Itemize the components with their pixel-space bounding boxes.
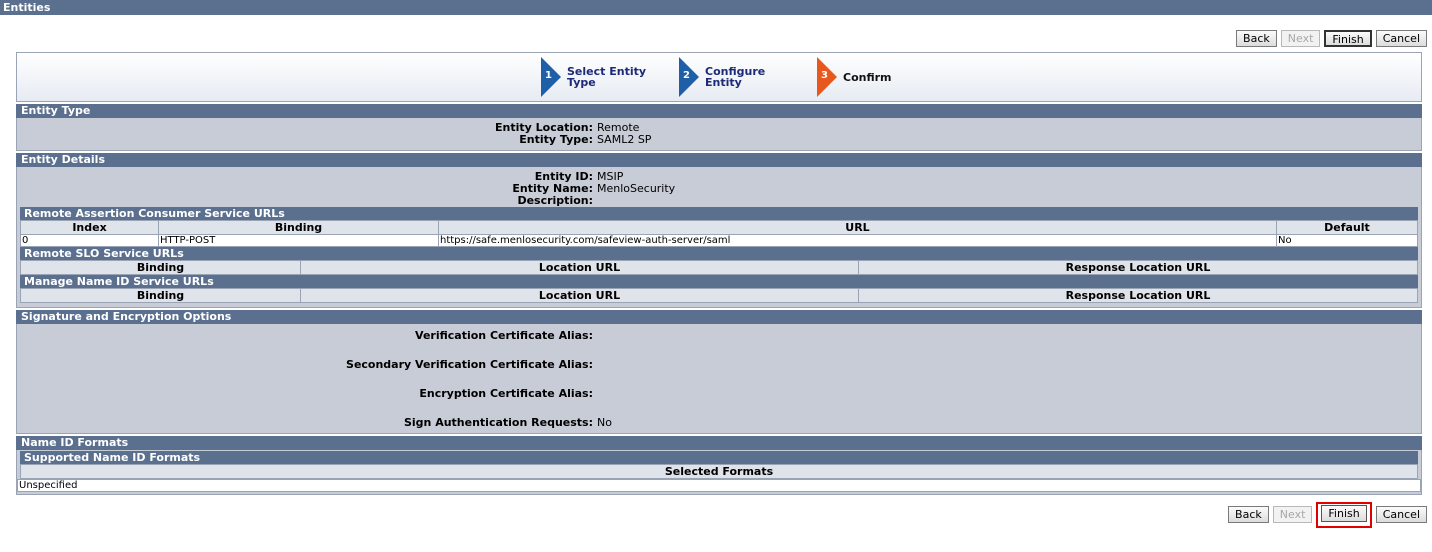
acs-table-block: Remote Assertion Consumer Service URLs I… (20, 207, 1418, 303)
secondary-verification-cert-label: Secondary Verification Certificate Alias… (346, 358, 593, 371)
finish-button-wrap: Finish (1324, 30, 1372, 50)
step-label: Entity (705, 76, 742, 89)
column-header: Binding (158, 220, 439, 235)
step-label: Type (567, 76, 596, 89)
subsection-header: Supported Name ID Formats (20, 451, 1418, 464)
subsection-header: Remote Assertion Consumer Service URLs (20, 207, 1418, 220)
column-header: Binding (20, 288, 301, 303)
entity-id-label: Entity ID: (534, 170, 593, 183)
column-header: Response Location URL (858, 260, 1418, 275)
next-button[interactable]: Next (1272, 506, 1313, 523)
slo-table: Binding Location URL Response Location U… (20, 260, 1418, 275)
name-id-formats-table: Selected Formats (20, 464, 1418, 479)
acs-default-cell: No (1276, 234, 1418, 247)
section-header: Signature and Encryption Options (16, 310, 1422, 324)
subsection-header: Remote SLO Service URLs (20, 247, 1418, 260)
wizard-step-confirm: 3 Confirm (817, 57, 897, 97)
entity-name-label: Entity Name: (512, 182, 593, 195)
column-header: Default (1276, 220, 1418, 235)
column-header: Response Location URL (858, 288, 1418, 303)
sign-auth-requests-label: Sign Authentication Requests: (403, 416, 593, 429)
finish-button[interactable]: Finish (1321, 505, 1367, 522)
acs-url-cell: https://safe.menlosecurity.com/safeview-… (438, 234, 1277, 247)
encryption-cert-label: Encryption Certificate Alias: (419, 387, 593, 400)
column-header: Location URL (300, 288, 859, 303)
section-header: Name ID Formats (16, 436, 1422, 450)
selected-formats-list: Unspecified (17, 479, 1421, 492)
back-button[interactable]: Back (1228, 506, 1269, 523)
entity-type-value: SAML2 SP (597, 133, 652, 146)
step-number: 3 (821, 70, 828, 81)
verification-cert-label: Verification Certificate Alias: (415, 329, 593, 342)
step-label: Confirm (843, 70, 892, 84)
entity-location-label: Entity Location: (495, 121, 593, 134)
entity-type-label: Entity Type: (519, 133, 593, 146)
entity-details-section: Entity Details Entity ID: MSIP Entity Nam… (16, 153, 1422, 308)
manage-nameid-table: Binding Location URL Response Location U… (20, 288, 1418, 303)
finish-button[interactable]: Finish (1324, 30, 1372, 47)
acs-table: Index Binding URL Default 0 HTTP-POST ht… (20, 220, 1418, 247)
column-header: Selected Formats (20, 464, 1418, 479)
table-row: 0 HTTP-POST https://safe.menlosecurity.c… (20, 234, 1418, 247)
description-label: Description: (517, 194, 593, 207)
step-arrow-icon: 2 (679, 57, 699, 97)
column-header: Binding (20, 260, 301, 275)
cancel-button[interactable]: Cancel (1375, 506, 1427, 523)
cancel-button[interactable]: Cancel (1375, 30, 1427, 47)
step-arrow-icon: 1 (541, 57, 561, 97)
sign-auth-requests-value: No (597, 416, 612, 429)
step-number: 1 (545, 70, 552, 81)
top-button-bar: Back Next Finish Cancel (0, 30, 1432, 50)
column-header: Index (20, 220, 159, 235)
section-header: Entity Type (16, 104, 1422, 118)
table-row: Unspecified (17, 479, 1421, 492)
format-cell: Unspecified (17, 479, 1421, 492)
step-number: 2 (683, 70, 690, 81)
bottom-button-bar: Back Next Finish Cancel (0, 502, 1432, 528)
next-button[interactable]: Next (1280, 30, 1321, 47)
entity-type-section: Entity Type Entity Location: Remote Entit… (16, 104, 1422, 151)
column-header: URL (438, 220, 1277, 235)
step-arrow-icon: 3 (817, 57, 837, 97)
entity-name-value: MenloSecurity (597, 182, 676, 195)
finish-button-highlight: Finish (1316, 502, 1372, 528)
acs-binding-cell: HTTP-POST (158, 234, 439, 247)
section-header: Entity Details (16, 153, 1422, 167)
wizard-steps: 1 Select Entity Type 2 Configure Entity … (16, 52, 1422, 102)
supported-formats-block: Supported Name ID Formats Selected Forma… (20, 451, 1418, 479)
name-id-formats-section: Name ID Formats Supported Name ID Format… (16, 436, 1422, 495)
wizard-step-configure-entity: 2 Configure Entity (679, 57, 817, 97)
column-header: Location URL (300, 260, 859, 275)
window-title: Entities (0, 0, 1432, 15)
back-button[interactable]: Back (1236, 30, 1277, 47)
acs-index-cell: 0 (20, 234, 159, 247)
subsection-header: Manage Name ID Service URLs (20, 275, 1418, 288)
wizard-step-select-entity-type: 1 Select Entity Type (541, 57, 679, 97)
signature-section: Signature and Encryption Options Verific… (16, 310, 1422, 434)
